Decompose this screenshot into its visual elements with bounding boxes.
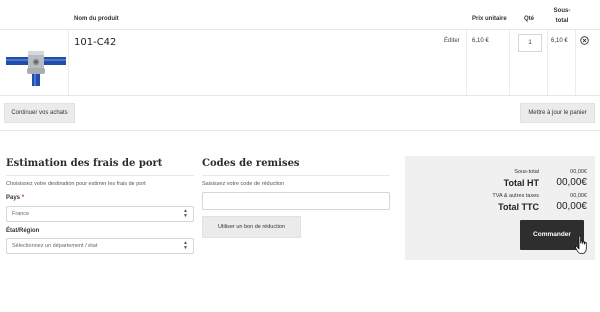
col-divider: [68, 30, 69, 95]
header-product: Nom du produit: [74, 16, 119, 22]
country-label-text: Pays: [6, 195, 21, 201]
region-label: État/Région: [6, 228, 40, 234]
total-ht-label: Total HT: [503, 178, 539, 188]
country-label: Pays *: [6, 195, 24, 201]
total-ht-value: 00,00€: [556, 177, 587, 188]
region-select-placeholder: Sélectionnez un département / état: [12, 243, 98, 249]
remove-item-icon[interactable]: [580, 36, 589, 45]
select-arrows-icon: ▲ ▼: [183, 208, 188, 219]
update-cart-button[interactable]: Mettre à jour le panier: [520, 103, 595, 123]
totals-panel: Sous-total 00,00€ Total HT 00,00€ TVA & …: [405, 156, 595, 260]
subtotal-label: Sous-total: [514, 169, 539, 175]
select-arrows-icon: ▲ ▼: [183, 240, 188, 251]
country-select[interactable]: France ▲ ▼: [6, 206, 194, 222]
shipping-title: Estimation des frais de port: [6, 158, 163, 169]
continue-shopping-button[interactable]: Continuer vos achats: [4, 103, 75, 123]
product-name-link[interactable]: 101-C42: [74, 37, 116, 48]
coupon-description: Saisissez votre code de réduction: [202, 181, 285, 187]
apply-coupon-button[interactable]: Utiliser un bon de réduction: [202, 216, 301, 238]
cart-table: Nom du produit Prix unitaire Qté Sous- t…: [0, 0, 600, 96]
country-select-value: France: [12, 211, 30, 217]
total-ttc-label: Total TTC: [498, 202, 539, 212]
shipping-description: Choisissez votre destination pour estime…: [6, 181, 146, 187]
header-subtotal-line1: Sous-: [553, 8, 571, 14]
header-quantity: Qté: [524, 16, 535, 22]
hand-cursor-icon: [575, 235, 587, 254]
tax-label: TVA & autres taxes: [492, 193, 539, 199]
header-subtotal-line2: total: [555, 18, 569, 24]
header-unit-price: Prix unitaire: [472, 16, 507, 22]
region-select[interactable]: Sélectionnez un département / état ▲ ▼: [6, 238, 194, 254]
header-divider: [0, 29, 600, 30]
required-mark: *: [21, 195, 25, 201]
col-divider: [547, 30, 548, 95]
col-divider: [466, 30, 467, 95]
subtotal-value: 00,00€: [570, 169, 587, 175]
section-divider: [0, 130, 600, 131]
tax-value: 00,00€: [570, 193, 587, 199]
coupon-title: Codes de remises: [202, 158, 300, 169]
line-subtotal: 6,10 €: [551, 38, 568, 44]
col-divider: [575, 30, 576, 95]
product-thumbnail[interactable]: [6, 40, 66, 86]
edit-link[interactable]: Éditer: [444, 38, 460, 44]
header-subtotal: Sous- total: [549, 6, 575, 26]
row-divider: [0, 95, 600, 96]
coupon-code-input[interactable]: [202, 192, 390, 210]
quantity-input[interactable]: 1: [518, 34, 542, 52]
coupon-title-rule: [202, 175, 390, 176]
col-divider: [509, 30, 510, 95]
total-ttc-value: 00,00€: [556, 201, 587, 212]
shipping-title-rule: [6, 175, 194, 176]
unit-price: 6,10 €: [472, 38, 489, 44]
